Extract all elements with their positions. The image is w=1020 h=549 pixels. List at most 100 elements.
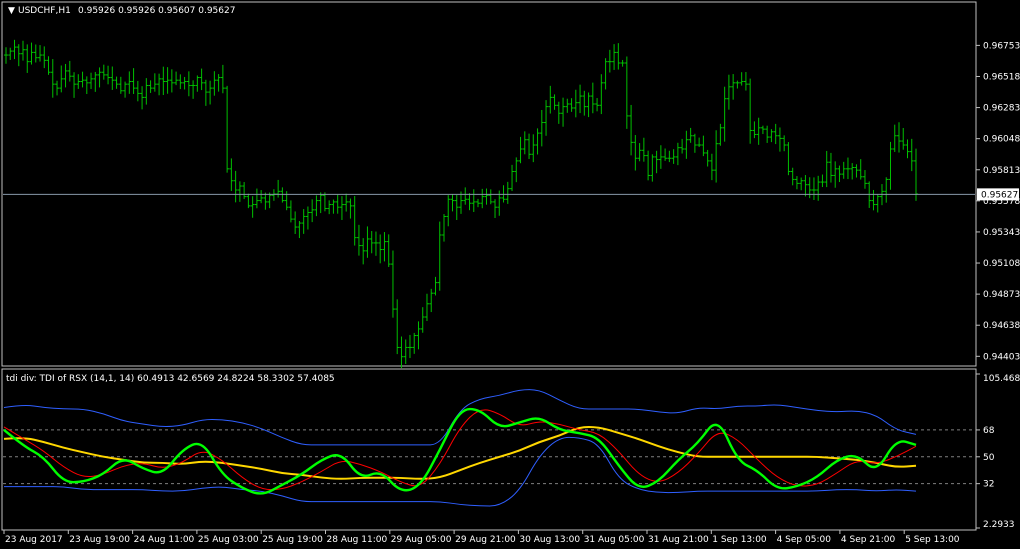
ohlc-bar	[582, 90, 587, 116]
time-tick-label: 31 Aug 05:00	[584, 535, 645, 545]
ohlc-bar	[467, 193, 472, 211]
ohlc-bar	[271, 189, 276, 201]
ohlc-bar	[157, 73, 162, 96]
ohlc-bar	[735, 80, 740, 89]
ohlc-bar	[195, 75, 200, 92]
ohlc-bar	[777, 127, 782, 152]
ohlc-bar	[412, 332, 417, 354]
time-tick-label: 4 Sep 21:00	[841, 535, 896, 545]
ohlc-bar	[896, 122, 901, 153]
ohlc-bar	[671, 149, 676, 164]
ohlc-bar	[484, 188, 489, 205]
ohlc-bar	[254, 188, 259, 209]
ohlc-bar	[811, 177, 816, 200]
ohlc-bar	[820, 174, 825, 188]
ohlc-bar	[488, 189, 493, 205]
ohlc-bar	[901, 127, 906, 150]
indicator-label: tdi div: TDI of RSX (14,1, 14) 60.4913 4…	[6, 374, 335, 384]
ohlc-bar	[854, 164, 859, 178]
ohlc-bar	[888, 141, 893, 190]
indicator-axis: 105.4682 68 50 32 2.2933	[976, 373, 1020, 530]
symbol-label: USDCHF,H1	[18, 6, 71, 16]
ohlc-bar	[33, 44, 38, 63]
ohlc-bar	[748, 78, 753, 144]
ohlc-bar	[203, 79, 208, 106]
ohlc-bar	[4, 47, 8, 64]
ohlc-bar	[871, 189, 876, 211]
ohlc-bar	[182, 76, 187, 90]
ohlc-bar	[527, 133, 532, 160]
ohlc-bar	[97, 67, 102, 88]
ohlc-bar	[356, 224, 361, 256]
ohlc-bar	[782, 135, 787, 152]
ohlc-bar	[267, 192, 272, 209]
ohlc-bar	[390, 250, 395, 318]
ohlc-bar	[786, 142, 791, 176]
indicator-tick-label: 50	[983, 453, 995, 463]
ohlc-bar	[599, 74, 604, 115]
ohlc-bar	[578, 84, 583, 114]
ohlc-bar	[399, 336, 404, 369]
ohlc-bar	[382, 232, 387, 262]
chart-canvas[interactable]: ▼ USDCHF,H1 0.95926 0.95926 0.95607 0.95…	[0, 0, 1020, 549]
time-tick-label: 23 Aug 2017	[5, 535, 63, 545]
ohlc-bar	[709, 153, 714, 181]
ohlc-bar	[858, 159, 863, 180]
ohlc-bar	[361, 238, 366, 265]
ohlc-bar	[344, 193, 349, 212]
ohlc-bar	[144, 78, 149, 105]
ohlc-bar	[595, 98, 600, 112]
ohlc-bar	[25, 44, 30, 73]
ohlc-bar	[424, 293, 429, 322]
ohlc-bar	[739, 72, 744, 86]
ohlc-bar	[93, 71, 98, 92]
ohlc-bar	[80, 71, 85, 88]
ohlc-bar	[914, 148, 918, 201]
price-tick-label: 0.96753	[983, 41, 1020, 51]
ohlc-bar	[535, 128, 540, 155]
ohlc-bar	[718, 123, 723, 146]
ohlc-bar	[480, 188, 485, 209]
ohlc-bar	[569, 98, 574, 112]
ohlc-bar	[824, 150, 829, 188]
ohlc-bar	[169, 69, 174, 93]
ohlc-bar	[722, 86, 727, 142]
ohlc-bar	[773, 123, 778, 145]
ohlc-bar	[552, 94, 557, 110]
ohlc-bar	[692, 133, 697, 153]
ohlc-bar	[123, 81, 128, 98]
time-tick-label: 29 Aug 21:00	[455, 535, 516, 545]
ohlc-bar	[505, 181, 510, 204]
time-axis: 23 Aug 2017 23 Aug 19:00 24 Aug 11:00 25 Au…	[3, 530, 960, 545]
ohlc-bar	[148, 80, 153, 93]
ohlc-bar	[38, 45, 43, 62]
ohlc-bar	[446, 195, 451, 227]
indicator-tick-label: 105.4682	[983, 374, 1020, 384]
time-tick-label: 31 Aug 21:00	[648, 535, 709, 545]
ohlc-bar	[386, 234, 391, 267]
ohlc-bar	[114, 76, 119, 89]
ohlc-bar	[8, 47, 13, 60]
ohlc-bar	[29, 42, 34, 65]
ohlc-bar	[731, 74, 736, 100]
ohlc-bar	[429, 288, 434, 313]
ohlc-bar	[561, 97, 566, 127]
ohlc-bar	[803, 175, 808, 197]
time-tick-label: 29 Aug 05:00	[391, 535, 452, 545]
ohlc-bar	[191, 80, 196, 99]
ohlc-bar	[612, 44, 617, 70]
chart-dropdown-triangle-icon[interactable]: ▼	[8, 6, 15, 16]
ohlc-bar	[471, 189, 476, 212]
ohlc-bar	[420, 307, 425, 333]
price-tick-label: 0.94638	[983, 321, 1020, 331]
price-tick-label: 0.95343	[983, 228, 1020, 238]
ohlc-bar	[233, 170, 238, 203]
ohlc-bar	[450, 194, 455, 212]
time-tick-label: 25 Aug 19:00	[262, 535, 323, 545]
ohlc-bar	[242, 182, 247, 200]
ohlc-bar	[565, 98, 570, 113]
ohlc-bar	[522, 131, 527, 155]
ohlc-bar	[667, 150, 672, 163]
ohlc-bar	[828, 152, 833, 183]
ohlc-bar	[633, 135, 638, 171]
